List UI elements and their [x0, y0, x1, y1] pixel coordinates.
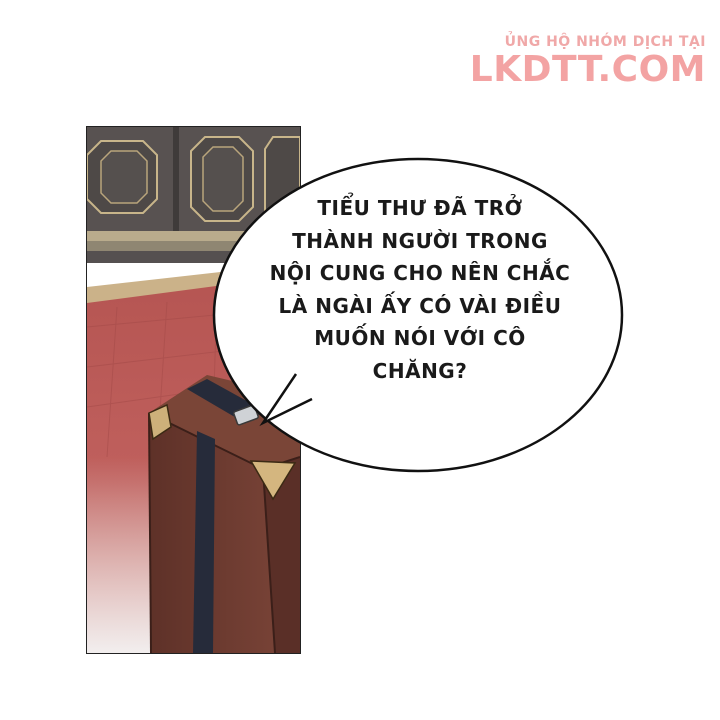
dialogue-line: LÀ NGÀI ẤY CÓ VÀI ĐIỀU	[278, 293, 562, 318]
dialogue-line: MUỐN NÓI VỚI CÔ	[314, 326, 526, 350]
dialogue-line: THÀNH NGƯỜI TRONG	[292, 228, 548, 253]
dialogue-line: TIỂU THƯ ĐÃ TRỞ	[317, 196, 523, 220]
dialogue-line: CHĂNG?	[372, 358, 468, 383]
dialogue-line: NỘI CUNG CHO NÊN CHẮC	[269, 261, 571, 285]
speech-bubble-text: TIỂU THƯ ĐÃ TRỞ THÀNH NGƯỜI TRONG NỘI CU…	[240, 192, 600, 387]
